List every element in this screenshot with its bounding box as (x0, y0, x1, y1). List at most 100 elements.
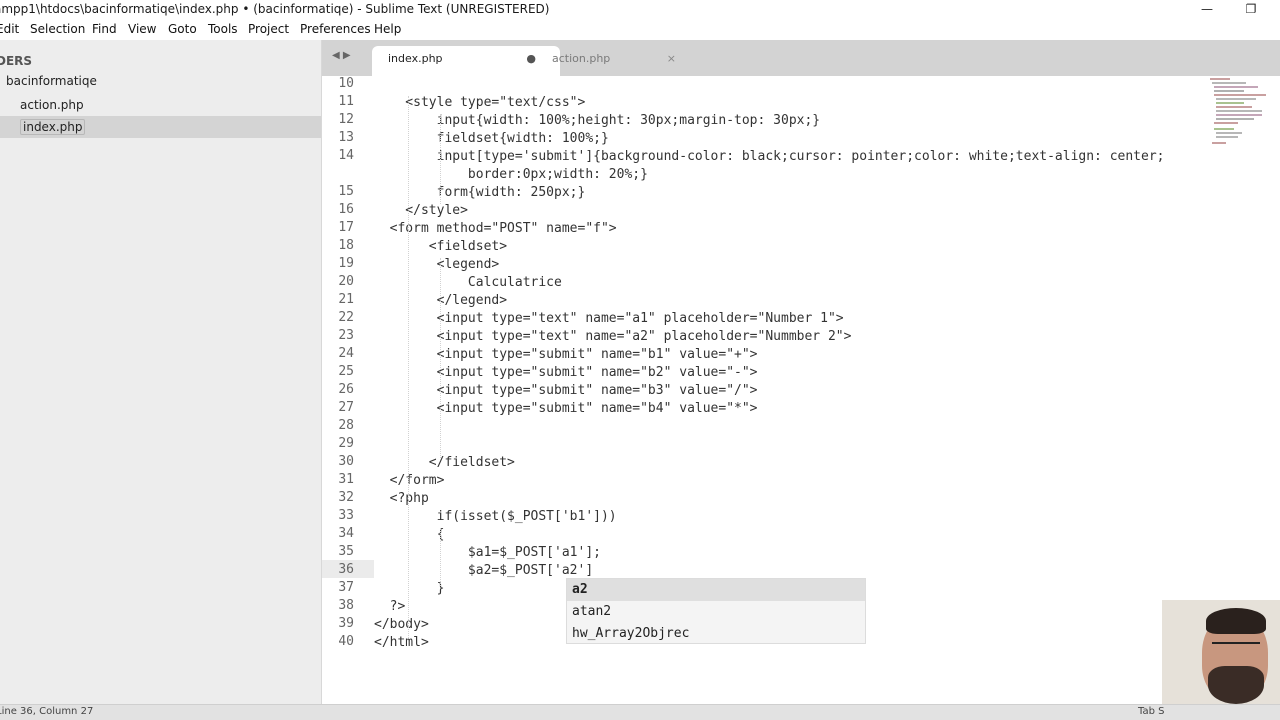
code-line[interactable]: </html> (374, 634, 429, 652)
sidebar-header: DERS (0, 54, 33, 68)
line-number: 30 (338, 454, 354, 469)
line-number: 34 (338, 526, 354, 541)
menu-bar: Edit Selection Find View Goto Tools Proj… (0, 18, 1280, 40)
tab-nav-arrows-icon[interactable]: ◀ ▶ (332, 50, 351, 61)
menu-tools[interactable]: Tools (208, 18, 238, 40)
code-line[interactable]: <input type="submit" name="b2" value="-"… (374, 364, 758, 382)
line-number: 37 (338, 580, 354, 595)
autocomplete-item[interactable]: hw_Array2Objrec (567, 623, 865, 645)
code-line[interactable]: fieldset{width: 100%;} (374, 130, 609, 148)
line-number: 33 (338, 508, 354, 523)
code-line[interactable]: <form method="POST" name="f"> (374, 220, 617, 238)
code-line[interactable]: <style type="text/css"> (374, 94, 585, 112)
code-line[interactable]: </fieldset> (374, 454, 515, 472)
code-line[interactable]: </form> (374, 472, 445, 490)
line-number: 26 (338, 382, 354, 397)
indent-guide (440, 114, 441, 204)
menu-edit[interactable]: Edit (0, 18, 19, 40)
code-line[interactable]: form{width: 250px;} (374, 184, 586, 202)
line-number: 16 (338, 202, 354, 217)
code-line[interactable]: Calculatrice (374, 274, 562, 292)
code-line[interactable]: <legend> (374, 256, 500, 274)
minimize-button[interactable]: — (1192, 0, 1222, 18)
tab-bar: ◀ ▶ index.php ● action.php × (322, 40, 1280, 76)
line-number: 11 (338, 94, 354, 109)
code-line[interactable]: </style> (374, 202, 468, 220)
webcam-overlay (1162, 600, 1280, 704)
tab-label: index.php (388, 52, 443, 65)
status-bar: Line 36, Column 27 Tab S (0, 704, 1280, 720)
menu-selection[interactable]: Selection (30, 18, 85, 40)
minimap[interactable] (1210, 76, 1280, 156)
line-number: 39 (338, 616, 354, 631)
indent-guide (440, 528, 441, 586)
line-number: 10 (338, 76, 354, 91)
line-number: 36 (338, 562, 354, 577)
unsaved-dot-icon[interactable]: ● (526, 46, 536, 72)
sidebar: DERS bacinformatiqe action.php index.php (0, 40, 322, 704)
cursor-position: Line 36, Column 27 (0, 706, 94, 717)
sidebar-item-action-php[interactable]: action.php (0, 94, 321, 116)
code-line[interactable]: <input type="text" name="a2" placeholder… (374, 328, 852, 346)
line-number: 25 (338, 364, 354, 379)
code-line[interactable]: <input type="submit" name="b1" value="+"… (374, 346, 758, 364)
line-number: 23 (338, 328, 354, 343)
code-line[interactable]: <input type="submit" name="b4" value="*"… (374, 400, 758, 418)
line-number: 32 (338, 490, 354, 505)
tab-index-php[interactable]: index.php ● (372, 46, 560, 76)
menu-project[interactable]: Project (248, 18, 289, 40)
code-line[interactable]: ?> (374, 598, 406, 616)
line-number: 29 (338, 436, 354, 451)
code-line[interactable]: { (374, 526, 445, 544)
line-number: 18 (338, 238, 354, 253)
line-number: 19 (338, 256, 354, 271)
sidebar-folder[interactable]: bacinformatiqe (6, 74, 97, 88)
code-line[interactable]: input[type='submit']{background-color: b… (374, 148, 1165, 166)
sidebar-item-label: index.php (20, 119, 86, 135)
close-tab-icon[interactable]: × (667, 46, 676, 72)
indent-guide (408, 96, 409, 638)
line-number: 14 (338, 148, 354, 163)
menu-help[interactable]: Help (374, 18, 401, 40)
line-number: 20 (338, 274, 354, 289)
sidebar-item-label: action.php (20, 98, 84, 112)
code-line[interactable]: </body> (374, 616, 429, 634)
line-number: 28 (338, 418, 354, 433)
line-number: 31 (338, 472, 354, 487)
code-line[interactable]: if(isset($_POST['b1'])) (374, 508, 617, 526)
autocomplete-item[interactable]: a2 (567, 579, 865, 601)
line-number: 27 (338, 400, 354, 415)
menu-goto[interactable]: Goto (168, 18, 197, 40)
code-line[interactable]: <?php (374, 490, 429, 508)
tab-action-php[interactable]: action.php × (536, 46, 696, 76)
line-number: 40 (338, 634, 354, 649)
code-line[interactable]: <fieldset> (374, 238, 507, 256)
line-number: 13 (338, 130, 354, 145)
line-number: 35 (338, 544, 354, 559)
window-title: ampp1\htdocs\bacinformatiqe\index.php • … (0, 2, 550, 16)
autocomplete-popup[interactable]: a2 atan2 hw_Array2Objrec (566, 578, 866, 644)
code-editor[interactable]: 10 11 12 13 14 15 16 17 18 19 20 21 22 23 24 25 26 27 28 29… (322, 76, 1280, 704)
line-number: 17 (338, 220, 354, 235)
code-line[interactable]: <input type="text" name="a1" placeholder… (374, 310, 844, 328)
maximize-button[interactable]: ❐ (1236, 0, 1266, 18)
sidebar-item-index-php[interactable]: index.php (0, 116, 321, 138)
code-line[interactable]: <input type="submit" name="b3" value="/"… (374, 382, 758, 400)
menu-find[interactable]: Find (92, 18, 117, 40)
code-line[interactable]: $a2=$_POST['a2'] (374, 562, 593, 580)
line-number: 12 (338, 112, 354, 127)
title-bar: ampp1\htdocs\bacinformatiqe\index.php • … (0, 0, 1280, 18)
autocomplete-item[interactable]: atan2 (567, 601, 865, 623)
line-number: 22 (338, 310, 354, 325)
code-line[interactable]: border:0px;width: 20%;} (374, 166, 648, 184)
line-number: 21 (338, 292, 354, 307)
menu-preferences[interactable]: Preferences (300, 18, 371, 40)
line-number: 38 (338, 598, 354, 613)
indent-guide (440, 258, 441, 458)
tab-label: action.php (552, 52, 611, 65)
line-number: 24 (338, 346, 354, 361)
code-line[interactable]: } (374, 580, 445, 598)
line-number: 15 (338, 184, 354, 199)
menu-view[interactable]: View (128, 18, 156, 40)
tab-size-indicator[interactable]: Tab S (1138, 706, 1164, 717)
